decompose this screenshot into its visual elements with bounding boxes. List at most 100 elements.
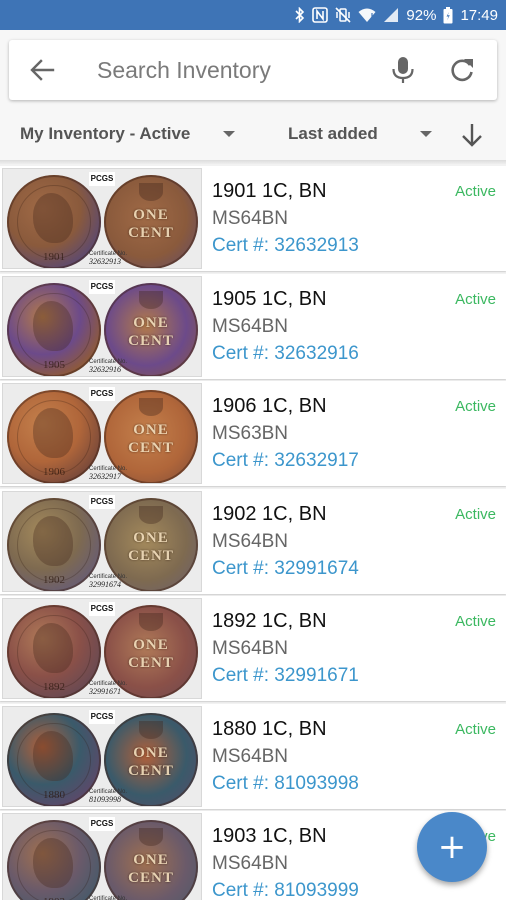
- arrow-down-icon[interactable]: [460, 122, 484, 148]
- thumbnail-cert-number: 32632913: [89, 257, 121, 266]
- coin-date: 1905: [43, 358, 65, 371]
- coin-grade: MS64BN: [212, 530, 289, 552]
- coin-reverse-image: ONE CENT: [104, 820, 198, 900]
- coin-thumbnail: 1905 ONE CENT PCGS Certificate No. 32632916: [2, 275, 202, 377]
- coin-reverse-text: ONE: [133, 852, 169, 868]
- coin-obverse-image: 1880: [7, 712, 101, 806]
- cert-number-link[interactable]: Cert #: 32632917: [212, 450, 359, 472]
- coin-title: 1880 1C, BN: [212, 717, 327, 740]
- coin-thumbnail: 1880 ONE CENT PCGS Certificate No. 81093998: [2, 705, 202, 807]
- coin-thumbnail: 1902 ONE CENT PCGS Certificate No. 32991674: [2, 490, 202, 592]
- coin-reverse-text: CENT: [128, 655, 174, 671]
- add-button[interactable]: +: [417, 812, 487, 882]
- thumbnail-cert-number: 32632917: [89, 472, 121, 481]
- pcgs-logo: PCGS: [89, 817, 115, 831]
- coin-date: 1880: [43, 788, 65, 801]
- coin-obverse-image: 1892: [7, 605, 101, 698]
- clock: 17:49: [460, 6, 498, 24]
- coin-obverse-image: 1901: [7, 175, 101, 268]
- chevron-down-icon[interactable]: [420, 131, 432, 137]
- pcgs-logo: PCGS: [89, 172, 115, 186]
- list-item[interactable]: 1906 ONE CENT PCGS Certificate No. 32632917 19…: [0, 381, 506, 486]
- cert-number-link[interactable]: Cert #: 81093999: [212, 880, 359, 900]
- vibrate-icon: [335, 7, 351, 23]
- coin-reverse-text: CENT: [128, 547, 174, 564]
- coin-title: 1901 1C, BN: [212, 180, 327, 202]
- status-icons: 92% 17:49: [295, 0, 498, 30]
- coin-obverse-image: 1902: [7, 497, 101, 591]
- list-item[interactable]: 1905 ONE CENT PCGS Certificate No. 32632916 19…: [0, 273, 506, 379]
- thumbnail-cert-label: Certificate No.: [89, 896, 128, 900]
- pcgs-logo: PCGS: [89, 602, 115, 616]
- coin-date: 1906: [43, 466, 65, 478]
- bluetooth-icon: [295, 7, 305, 23]
- status-badge: Active: [455, 183, 496, 200]
- coin-reverse-text: CENT: [128, 870, 174, 886]
- filter-row: My Inventory - Active Last added: [0, 112, 506, 156]
- battery-percent: 92%: [406, 6, 437, 24]
- list-item[interactable]: 1901 ONE CENT PCGS Certificate No. 32632913 19…: [0, 166, 506, 271]
- list-item[interactable]: 1880 ONE CENT PCGS Certificate No. 81093998 18…: [0, 703, 506, 809]
- refresh-icon[interactable]: [449, 57, 475, 83]
- inventory-filter-dropdown[interactable]: My Inventory - Active: [20, 124, 190, 144]
- coin-date: 1901: [43, 251, 65, 263]
- coin-obverse-image: 1906: [7, 390, 101, 483]
- coin-thumbnail: 1892 ONE CENT PCGS Certificate No. 32991671: [2, 598, 202, 699]
- coin-date: 1892: [43, 681, 65, 693]
- cert-number-link[interactable]: Cert #: 32632916: [212, 343, 359, 365]
- coin-title: 1892 1C, BN: [212, 610, 327, 632]
- microphone-icon[interactable]: [390, 56, 416, 84]
- status-badge: Active: [455, 290, 496, 308]
- coin-date: 1903: [7, 896, 101, 900]
- signal-icon: [384, 8, 399, 22]
- back-arrow-icon[interactable]: [29, 58, 55, 82]
- coin-reverse-text: ONE: [133, 314, 169, 331]
- coin-grade: MS63BN: [212, 423, 289, 444]
- coin-grade: MS64BN: [212, 745, 289, 767]
- nfc-icon: [312, 7, 329, 23]
- coin-reverse-text: CENT: [128, 332, 174, 349]
- coin-title: 1905 1C, BN: [212, 287, 327, 310]
- coin-reverse-text: ONE: [133, 422, 169, 438]
- coin-reverse-text: CENT: [128, 440, 174, 456]
- divider: [0, 160, 506, 164]
- coin-title: 1903 1C, BN: [212, 825, 327, 847]
- cert-number-link[interactable]: Cert #: 32632913: [212, 235, 359, 257]
- coin-reverse-text: ONE: [133, 744, 169, 761]
- status-badge: Active: [455, 613, 496, 630]
- coin-date: 1902: [43, 573, 65, 586]
- inventory-list: 1901 ONE CENT PCGS Certificate No. 32632913 19…: [0, 166, 506, 900]
- coin-reverse-text: CENT: [128, 225, 174, 241]
- sort-dropdown[interactable]: Last added: [288, 124, 378, 144]
- coin-grade: MS64BN: [212, 853, 289, 874]
- pcgs-logo: PCGS: [89, 494, 115, 509]
- coin-obverse-image: 1905: [7, 282, 101, 376]
- cert-number-link[interactable]: Cert #: 32991674: [212, 558, 359, 580]
- coin-reverse-text: ONE: [133, 529, 169, 546]
- coin-title: 1906 1C, BN: [212, 395, 327, 417]
- coin-grade: MS64BN: [212, 315, 289, 337]
- pcgs-logo: PCGS: [89, 709, 115, 724]
- thumbnail-cert-number: 81093998: [89, 794, 121, 804]
- thumbnail-cert-number: 32991674: [89, 579, 121, 589]
- search-bar: [9, 40, 497, 100]
- cert-number-link[interactable]: Cert #: 81093998: [212, 773, 359, 795]
- add-icon: +: [437, 827, 467, 867]
- thumbnail-cert-number: 32991671: [89, 687, 121, 696]
- coin-thumbnail: 1901 ONE CENT PCGS Certificate No. 32632913: [2, 168, 202, 269]
- coin-grade: MS64BN: [212, 638, 289, 659]
- status-badge: Active: [455, 720, 496, 738]
- status-badge: Active: [455, 398, 496, 415]
- chevron-down-icon[interactable]: [223, 131, 235, 137]
- coin-reverse-text: CENT: [128, 762, 174, 779]
- list-item[interactable]: 1892 ONE CENT PCGS Certificate No. 32991671 18…: [0, 596, 506, 701]
- status-badge: Active: [455, 505, 496, 523]
- coin-grade: MS64BN: [212, 208, 289, 229]
- status-bar: 92% 17:49: [0, 0, 506, 30]
- search-input[interactable]: [97, 52, 367, 88]
- coin-thumbnail: 1903ONECENTPCGSCertificate No.81093999: [2, 813, 202, 900]
- cert-number-link[interactable]: Cert #: 32991671: [212, 665, 359, 687]
- coin-title: 1902 1C, BN: [212, 502, 327, 525]
- coin-obverse-image: 1903: [7, 820, 101, 900]
- list-item[interactable]: 1902 ONE CENT PCGS Certificate No. 32991674 19…: [0, 488, 506, 594]
